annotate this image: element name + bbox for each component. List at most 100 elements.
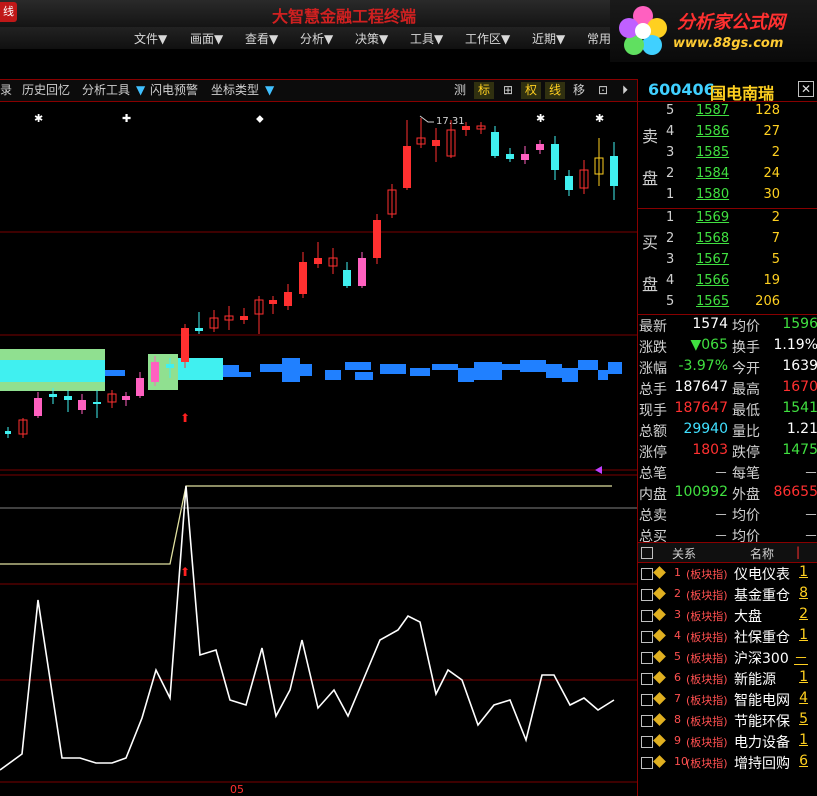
row-checkbox[interactable]: [641, 736, 653, 748]
block-name[interactable]: 大盘: [734, 606, 762, 626]
block-index: 2: [674, 587, 681, 600]
menu-screen[interactable]: 画面▼: [190, 30, 223, 47]
block-row[interactable]: 5 (板块指) 沪深300 －: [638, 647, 817, 668]
buy-row[interactable]: 3 1567 5: [638, 252, 817, 273]
menu-decision[interactable]: 决策▼: [355, 30, 388, 47]
row-checkbox[interactable]: [641, 757, 653, 769]
row-checkbox[interactable]: [641, 610, 653, 622]
sell-row[interactable]: 4 1586 27: [638, 124, 817, 145]
row-checkbox[interactable]: [641, 652, 653, 664]
block-row[interactable]: 3 (板块指) 大盘 2: [638, 605, 817, 626]
tb-mark[interactable]: 标: [474, 82, 494, 99]
stat-value: 86655: [773, 484, 817, 500]
tb-axis-type[interactable]: 坐标类型: [211, 82, 259, 99]
block-row[interactable]: 2 (板块指) 基金重仓 8: [638, 584, 817, 605]
block-name[interactable]: 基金重仓: [734, 585, 790, 605]
block-name[interactable]: 电力设备: [734, 732, 790, 752]
tb-line[interactable]: 线: [545, 82, 565, 99]
stat-value: 1670: [782, 379, 817, 395]
block-index: 9: [674, 734, 681, 747]
stat-key: 最低: [732, 403, 760, 419]
stat-key: 今开: [732, 361, 760, 377]
block-name[interactable]: 仪电仪表: [734, 564, 790, 584]
row-checkbox[interactable]: [641, 673, 653, 685]
buy-row[interactable]: 4 1566 19: [638, 273, 817, 294]
sell-row[interactable]: 5 1587 128: [638, 103, 817, 124]
block-name[interactable]: 社保重仓: [734, 627, 790, 647]
menu-common[interactable]: 常用: [587, 30, 611, 47]
block-row[interactable]: 7 (板块指) 智能电网 4: [638, 689, 817, 710]
tb-history[interactable]: 历史回忆: [22, 82, 70, 99]
window-tab[interactable]: 线: [0, 2, 17, 22]
diamond-icon: [653, 755, 666, 768]
tb-window-icon[interactable]: ⊡: [594, 82, 612, 99]
stat-key: 外盘: [732, 487, 760, 503]
block-tag: (板块指): [686, 631, 728, 644]
sell-row[interactable]: 2 1584 24: [638, 166, 817, 187]
logo-url[interactable]: www.88gs.com: [673, 36, 783, 51]
row-checkbox[interactable]: [641, 694, 653, 706]
stat-key: 总手: [639, 382, 667, 398]
block-name[interactable]: 节能环保: [734, 711, 790, 731]
buy-row[interactable]: 1 1569 2: [638, 210, 817, 231]
stat-value: 1475: [782, 442, 817, 458]
block-name[interactable]: 智能电网: [734, 690, 790, 710]
menu-tools[interactable]: 工具▼: [410, 30, 443, 47]
row-checkbox[interactable]: [641, 568, 653, 580]
header-name[interactable]: 名称: [750, 545, 774, 562]
tb-analysis-tools[interactable]: 分析工具: [82, 82, 130, 99]
menu-analysis[interactable]: 分析▼: [300, 30, 333, 47]
chart-toolbar: 录 历史回忆 分析工具 ▼ 闪电预警 坐标类型 ▼ 测 标 ⊞ 权 线 移 ⊡ …: [0, 79, 637, 102]
tb-record[interactable]: 录: [0, 82, 12, 99]
diamond-icon: [653, 671, 666, 684]
select-all-checkbox[interactable]: [641, 547, 653, 559]
block-row[interactable]: 8 (板块指) 节能环保 5: [638, 710, 817, 731]
tb-dropdown-icon[interactable]: ▼: [136, 82, 145, 99]
menu-view[interactable]: 查看▼: [245, 30, 278, 47]
tb-grid-icon[interactable]: ⊞: [498, 82, 518, 99]
block-value: 1: [799, 669, 808, 685]
stat-key: 涨幅: [639, 361, 667, 377]
tb-rights[interactable]: 权: [521, 82, 541, 99]
block-value: 5: [799, 711, 808, 727]
tb-flash-alert[interactable]: 闪电预警: [150, 82, 198, 99]
row-checkbox[interactable]: [641, 631, 653, 643]
block-row[interactable]: 4 (板块指) 社保重仓 1: [638, 626, 817, 647]
stat-row: 总手 187647 最高 1670: [638, 379, 817, 400]
buy-row[interactable]: 2 1568 7: [638, 231, 817, 252]
stat-key: 量比: [732, 424, 760, 440]
block-row[interactable]: 9 (板块指) 电力设备 1: [638, 731, 817, 752]
sell-row[interactable]: 3 1585 2: [638, 145, 817, 166]
tb-move[interactable]: 移: [569, 82, 589, 99]
block-row[interactable]: 10 (板块指) 增持回购 6: [638, 752, 817, 773]
kline-chart[interactable]: ✱ ✚ ⬥ ✱ ✱ 17.31 ⬆ ⬆ 05: [0, 102, 637, 796]
block-name[interactable]: 增持回购: [734, 753, 790, 773]
tb-play-icon[interactable]: ⏵: [616, 82, 634, 99]
indicator-arrow-icon: ⬆: [180, 565, 190, 579]
logo-text: 分析家公式网: [677, 12, 785, 33]
row-checkbox[interactable]: [641, 589, 653, 601]
block-row[interactable]: 1 (板块指) 仪电仪表 1: [638, 563, 817, 584]
app-title: 大智慧金融工程终端: [272, 7, 417, 26]
menu-recent[interactable]: 近期▼: [532, 30, 565, 47]
header-relation[interactable]: 关系: [672, 545, 696, 562]
stat-value: －: [714, 508, 728, 524]
menu-file[interactable]: 文件▼: [134, 30, 167, 47]
sell-row[interactable]: 1 1580 30: [638, 187, 817, 208]
tb-measure[interactable]: 测: [450, 82, 470, 99]
diamond-icon: [653, 608, 666, 621]
stat-value: 1.19%: [773, 337, 817, 353]
block-name[interactable]: 新能源: [734, 669, 776, 689]
flower-logo-icon: [619, 6, 667, 55]
block-row[interactable]: 6 (板块指) 新能源 1: [638, 668, 817, 689]
block-index: 3: [674, 608, 681, 621]
block-name[interactable]: 沪深300: [734, 648, 789, 668]
chart-grid: [0, 231, 637, 681]
close-icon[interactable]: ✕: [798, 81, 814, 97]
site-logo: 分析家公式网 www.88gs.com: [610, 0, 817, 62]
buy-row[interactable]: 5 1565 206: [638, 294, 817, 315]
tb-axis-dropdown-icon[interactable]: ▼: [265, 82, 274, 99]
block-tag: (板块指): [686, 715, 728, 728]
row-checkbox[interactable]: [641, 715, 653, 727]
menu-workspace[interactable]: 工作区▼: [465, 30, 510, 47]
